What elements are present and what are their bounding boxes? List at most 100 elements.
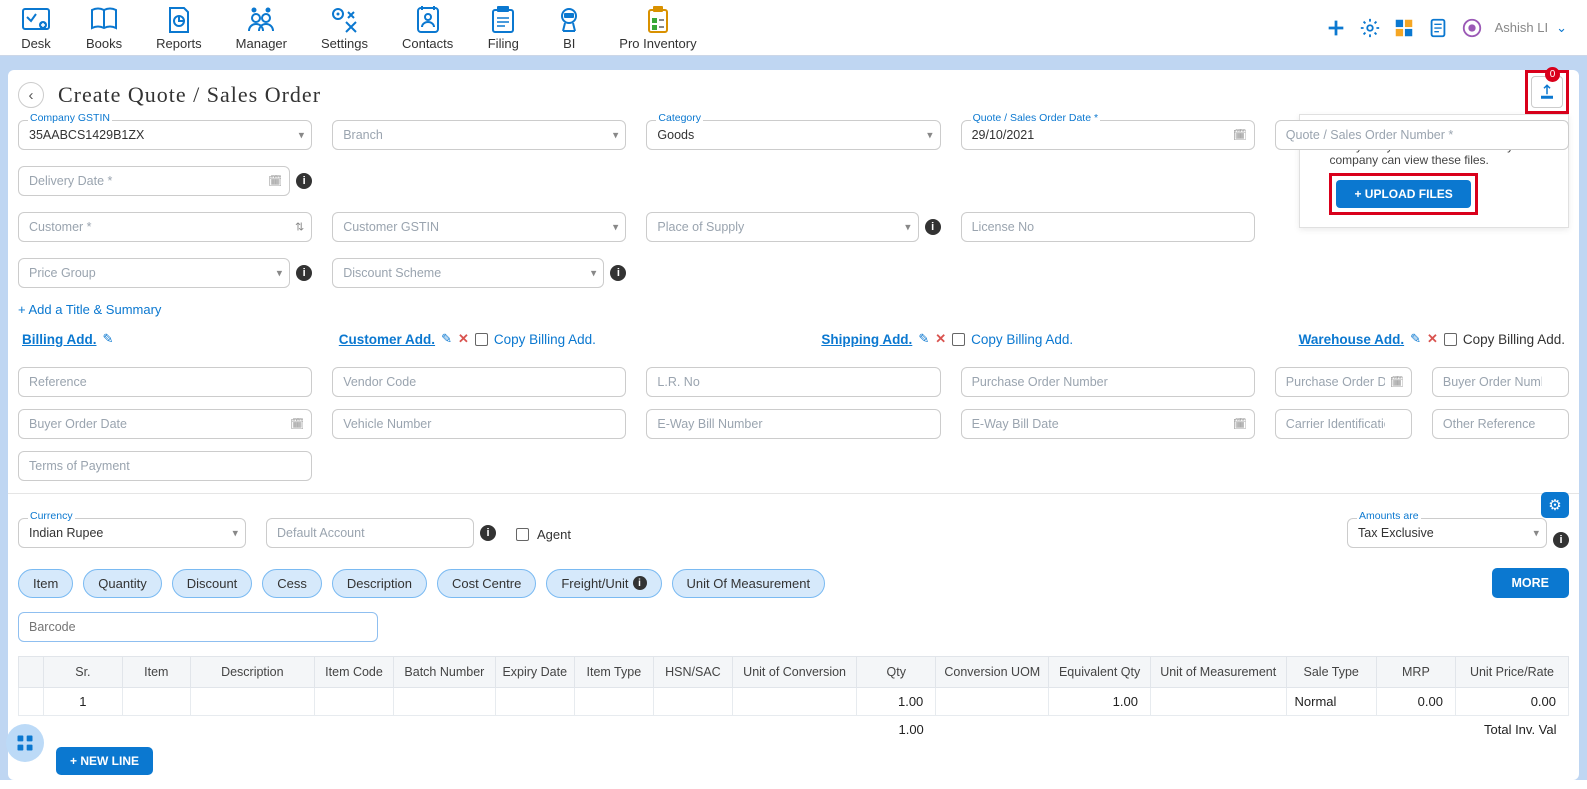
delivery-date-input[interactable] xyxy=(18,166,290,196)
shipping-address: Shipping Add. ✎ ✕ Copy Billing Add. xyxy=(821,331,1073,347)
desk-icon xyxy=(20,4,52,36)
company-gstin-field[interactable]: Company GSTIN ▾ xyxy=(18,120,312,150)
info-icon[interactable]: i xyxy=(296,265,312,281)
upload-button[interactable]: + UPLOAD FILES xyxy=(1336,180,1470,208)
nav-books[interactable]: Books xyxy=(86,4,122,51)
edit-icon[interactable]: ✎ xyxy=(918,331,929,347)
edit-icon[interactable]: ✎ xyxy=(441,331,452,347)
amounts-are-input[interactable] xyxy=(1347,518,1547,548)
chip-cess[interactable]: Cess xyxy=(262,569,322,598)
order-number-input[interactable] xyxy=(1275,120,1569,150)
category-input[interactable] xyxy=(646,120,940,150)
reference-input[interactable] xyxy=(18,367,312,397)
chip-uom[interactable]: Unit Of Measurement xyxy=(672,569,826,598)
buyer-order-number-input[interactable] xyxy=(1432,367,1569,397)
circle-icon[interactable] xyxy=(1461,17,1483,39)
copy-checkbox[interactable] xyxy=(952,333,965,346)
items-table: Sr.ItemDescriptionItem CodeBatch NumberE… xyxy=(18,656,1569,743)
nav-bi[interactable]: BI xyxy=(553,4,585,51)
info-icon[interactable]: i xyxy=(925,219,941,235)
apps-fab[interactable] xyxy=(6,724,44,762)
new-line-button[interactable]: + NEW LINE xyxy=(56,747,153,775)
vendor-code-input[interactable] xyxy=(332,367,626,397)
nav-filing[interactable]: Filing xyxy=(487,4,519,51)
billing-address: Billing Add. ✎ xyxy=(22,331,113,347)
terms-input[interactable] xyxy=(18,451,312,481)
back-button[interactable]: ‹ xyxy=(18,82,44,108)
branch-input[interactable] xyxy=(332,120,626,150)
plus-icon[interactable] xyxy=(1325,17,1347,39)
top-nav: Desk Books Reports Manager Settings Cont… xyxy=(0,0,1587,56)
price-group-input[interactable] xyxy=(18,258,290,288)
order-date-field[interactable]: Quote / Sales Order Date * 🗓 xyxy=(961,120,1255,150)
nav-pro-inventory[interactable]: Pro Inventory xyxy=(619,4,696,51)
po-number-input[interactable] xyxy=(961,367,1255,397)
eway-bill-number-input[interactable] xyxy=(646,409,940,439)
upload-badge-box[interactable]: 0 xyxy=(1525,70,1569,114)
nav-settings[interactable]: Settings xyxy=(321,4,368,51)
copy-checkbox[interactable] xyxy=(1444,333,1457,346)
vehicle-number-input[interactable] xyxy=(332,409,626,439)
carrier-id-input[interactable] xyxy=(1275,409,1412,439)
order-date-input[interactable] xyxy=(961,120,1255,150)
remove-icon[interactable]: ✕ xyxy=(458,331,469,347)
default-account-field[interactable] xyxy=(266,518,474,548)
copy-checkbox[interactable] xyxy=(475,333,488,346)
chip-item[interactable]: Item xyxy=(18,569,73,598)
chip-freight[interactable]: Freight/Unit i xyxy=(546,569,661,598)
currency-input[interactable] xyxy=(18,518,246,548)
more-button[interactable]: MORE xyxy=(1492,568,1570,598)
edit-icon[interactable]: ✎ xyxy=(103,331,114,347)
customer-gstin-input[interactable] xyxy=(332,212,626,242)
eway-bill-date-input[interactable] xyxy=(961,409,1255,439)
license-field[interactable] xyxy=(961,212,1255,242)
currency-field[interactable]: Currency ▾ xyxy=(18,518,246,548)
info-icon[interactable]: i xyxy=(480,525,496,541)
edit-icon[interactable]: ✎ xyxy=(1410,331,1421,347)
company-gstin-input[interactable] xyxy=(18,120,312,150)
delivery-date-field[interactable]: 🗓 xyxy=(18,166,290,196)
default-account-input[interactable] xyxy=(266,518,474,548)
category-field[interactable]: Category ▾ xyxy=(646,120,940,150)
table-settings-button[interactable]: ⚙ xyxy=(1541,492,1569,518)
lr-no-input[interactable] xyxy=(646,367,940,397)
price-group-field[interactable]: ▾ xyxy=(18,258,290,288)
place-of-supply-field[interactable]: ▾ xyxy=(646,212,918,242)
amounts-are-field[interactable]: Amounts are ▾ xyxy=(1347,518,1547,548)
info-icon[interactable]: i xyxy=(1553,532,1569,548)
calc-icon[interactable] xyxy=(1393,17,1415,39)
chip-discount[interactable]: Discount xyxy=(172,569,253,598)
nav-reports[interactable]: Reports xyxy=(156,4,202,51)
customer-gstin-field[interactable]: ▾ xyxy=(332,212,626,242)
other-reference-input[interactable] xyxy=(1432,409,1569,439)
agent-checkbox[interactable] xyxy=(516,528,529,541)
info-icon[interactable]: i xyxy=(296,173,312,189)
chip-quantity[interactable]: Quantity xyxy=(83,569,161,598)
branch-field[interactable]: ▾ xyxy=(332,120,626,150)
customer-field[interactable]: ⇅ xyxy=(18,212,312,242)
add-title-link[interactable]: + Add a Title & Summary xyxy=(18,302,1569,317)
discount-scheme-input[interactable] xyxy=(332,258,604,288)
nav-contacts[interactable]: Contacts xyxy=(402,4,453,51)
chip-description[interactable]: Description xyxy=(332,569,427,598)
nav-desk[interactable]: Desk xyxy=(20,4,52,51)
remove-icon[interactable]: ✕ xyxy=(935,331,946,347)
doc-icon[interactable] xyxy=(1427,17,1449,39)
buyer-order-date-input[interactable] xyxy=(18,409,312,439)
table-row[interactable]: 1 1.00 1.00 Normal 0.00 0.00 xyxy=(19,688,1569,716)
place-of-supply-input[interactable] xyxy=(646,212,918,242)
user-menu[interactable]: Ashish LI⌄ xyxy=(1495,20,1567,36)
license-input[interactable] xyxy=(961,212,1255,242)
discount-scheme-field[interactable]: ▾ xyxy=(332,258,604,288)
remove-icon[interactable]: ✕ xyxy=(1427,331,1438,347)
info-icon[interactable]: i xyxy=(610,265,626,281)
inventory-icon xyxy=(642,4,674,36)
barcode-input[interactable] xyxy=(18,612,378,642)
order-number-field[interactable] xyxy=(1275,120,1569,150)
chip-cost-centre[interactable]: Cost Centre xyxy=(437,569,536,598)
upload-count: 0 xyxy=(1545,67,1560,82)
gear-icon[interactable] xyxy=(1359,17,1381,39)
nav-manager[interactable]: Manager xyxy=(236,4,287,51)
table-header-row: Sr.ItemDescriptionItem CodeBatch NumberE… xyxy=(19,657,1569,688)
customer-input[interactable] xyxy=(18,212,312,242)
